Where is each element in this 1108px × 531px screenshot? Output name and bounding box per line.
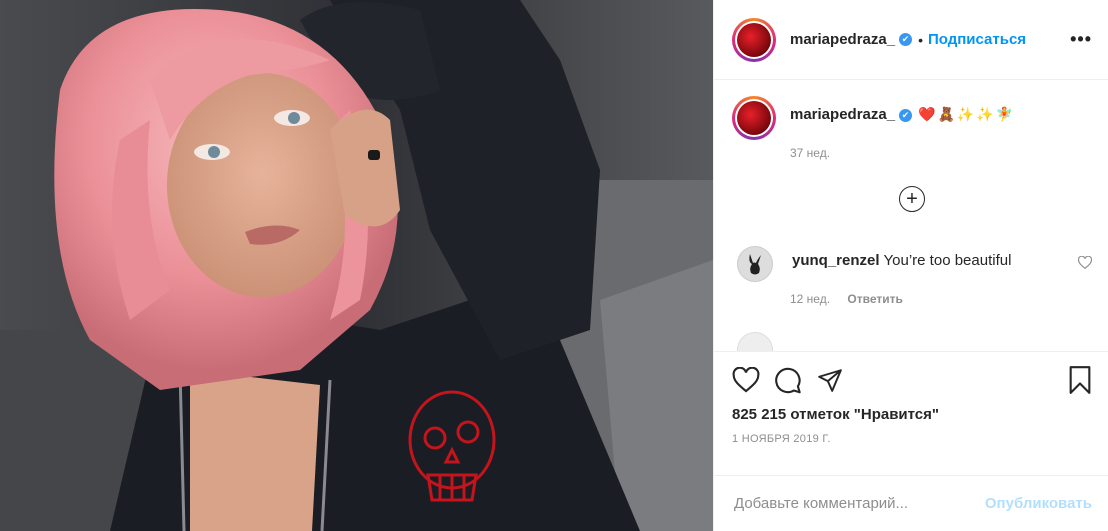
load-more-comments-button[interactable]: +: [899, 186, 925, 212]
caption-avatar[interactable]: [732, 96, 776, 140]
comment-input[interactable]: [732, 494, 985, 513]
post-header: mariapedraza_ ✔ • Подписаться •••: [714, 0, 1108, 80]
author-avatar[interactable]: [732, 17, 776, 62]
add-comment-bar: Опубликовать: [714, 475, 1108, 531]
comment-username[interactable]: yunq_renzel: [792, 252, 880, 269]
comments-section[interactable]: mariapedraza_ ✔ ❤️🧸✨✨🧚 37 нед. + yunq_renz…: [714, 80, 1108, 351]
caption-emoji: ❤️🧸✨✨🧚: [918, 106, 1016, 122]
caption-username[interactable]: mariapedraza_: [790, 106, 895, 123]
action-bar: 825 215 отметок "Нравится" 1 НОЯБРЯ 2019…: [714, 351, 1108, 531]
playboy-bunny-icon[interactable]: [737, 246, 773, 282]
separator-dot: •: [918, 31, 923, 48]
post-date[interactable]: 1 НОЯБРЯ 2019 Г.: [732, 433, 1092, 445]
verified-badge-icon: ✔: [899, 109, 913, 122]
follow-button[interactable]: Подписаться: [928, 31, 1026, 48]
comment-item: yunq_renzel You’re too beautiful: [732, 246, 1093, 282]
share-icon[interactable]: [816, 367, 844, 398]
comment-text: You’re too beautiful: [883, 252, 1012, 269]
selfie-image: [0, 0, 713, 531]
reply-button[interactable]: Ответить: [847, 292, 902, 306]
post-photo[interactable]: [0, 0, 713, 531]
comment-time[interactable]: 12 нед.: [790, 292, 830, 306]
more-options-icon[interactable]: •••: [1070, 29, 1092, 50]
caption-time[interactable]: 37 нед.: [790, 146, 1092, 160]
publish-button[interactable]: Опубликовать: [985, 495, 1092, 512]
author-username[interactable]: mariapedraza_: [790, 31, 895, 48]
likes-count[interactable]: 825 215 отметок "Нравится": [732, 406, 1092, 423]
comment-like-heart-icon[interactable]: [1077, 255, 1093, 272]
comment-avatar[interactable]: [737, 332, 773, 351]
instagram-post: mariapedraza_ ✔ • Подписаться ••• mariap…: [0, 0, 1108, 531]
bookmark-icon[interactable]: [1068, 365, 1092, 399]
post-sidebar: mariapedraza_ ✔ • Подписаться ••• mariap…: [713, 0, 1108, 531]
comment-item: [732, 332, 1092, 351]
comment-icon[interactable]: [774, 366, 802, 399]
heart-icon[interactable]: [732, 366, 760, 398]
caption: mariapedraza_ ✔ ❤️🧸✨✨🧚: [732, 96, 1092, 140]
verified-badge-icon: ✔: [899, 33, 913, 46]
